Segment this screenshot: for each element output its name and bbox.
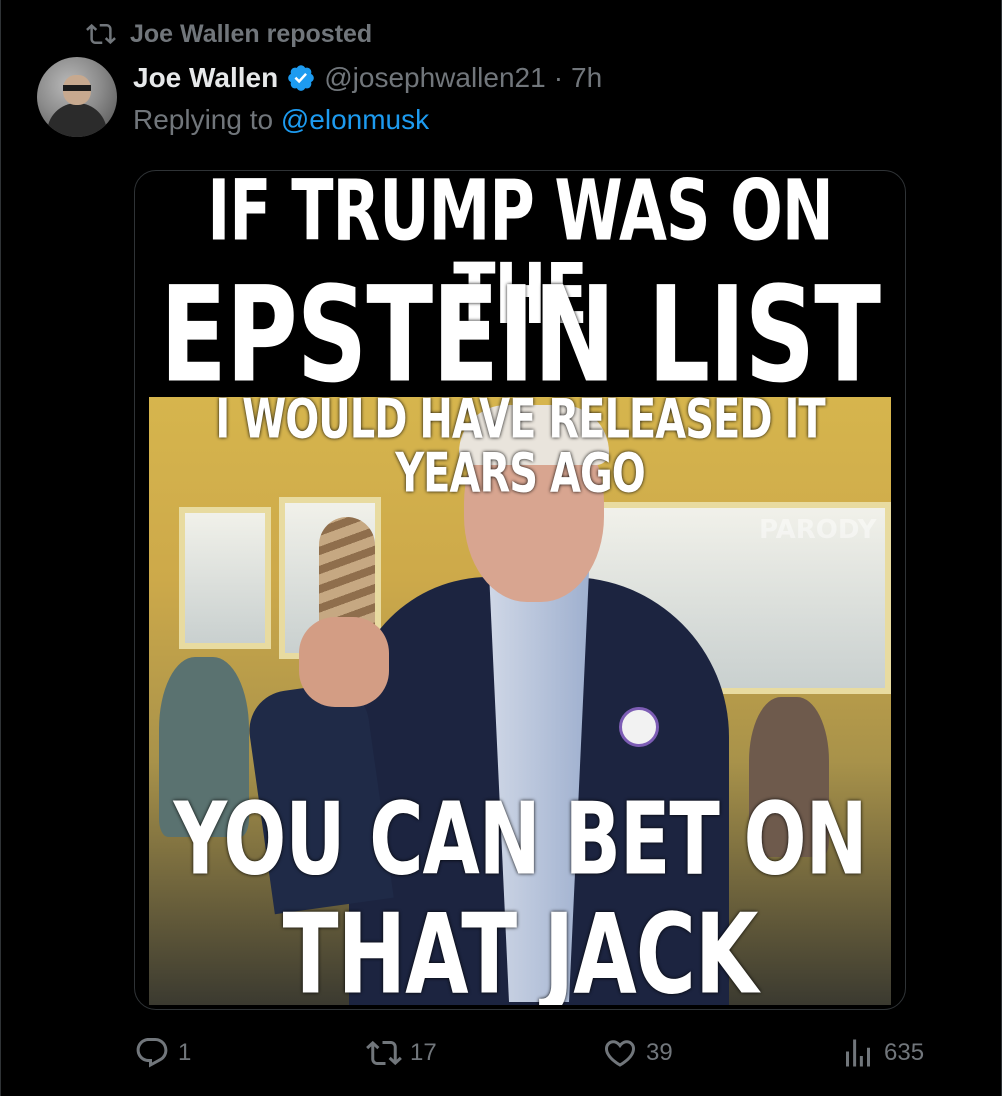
photo-window <box>179 507 271 649</box>
timestamp[interactable]: 7h <box>571 62 602 94</box>
tweet-header: Joe Wallen @josephwallen21 · 7h <box>133 58 602 98</box>
meme-caption-line-5: THAT JACK <box>282 891 759 1005</box>
meme-image: PARODY IF TRUMP WAS ON THE EPSTEIN LIST … <box>149 175 891 1005</box>
repost-count: 17 <box>410 1039 437 1066</box>
views-chart-icon <box>846 1039 870 1067</box>
repost-context[interactable]: Joe Wallen reposted <box>86 18 372 50</box>
reply-button[interactable]: 1 <box>134 1030 191 1076</box>
heart-icon <box>604 1040 636 1067</box>
tweet-media[interactable]: PARODY IF TRUMP WAS ON THE EPSTEIN LIST … <box>134 170 906 1010</box>
like-count: 39 <box>646 1039 673 1066</box>
tweet-actions: 1 17 39 635 <box>134 1030 934 1076</box>
view-count: 635 <box>884 1039 925 1066</box>
repost-button[interactable]: 17 <box>366 1030 437 1076</box>
repost-icon <box>86 23 116 45</box>
replying-prefix: Replying to <box>133 104 274 135</box>
avatar[interactable] <box>37 57 117 137</box>
photo-man-hand <box>299 617 389 707</box>
meme-caption-line-3: I WOULD HAVE RELEASED IT YEARS AGO <box>215 388 825 506</box>
replying-to: Replying to @elonmusk <box>133 104 429 136</box>
verified-badge-icon[interactable] <box>286 63 316 93</box>
reply-count: 1 <box>178 1039 192 1066</box>
avatar-figure-body <box>47 103 107 137</box>
column-border-left <box>0 0 1 1096</box>
meme-watermark: PARODY <box>759 515 877 545</box>
repost-icon <box>366 1040 402 1066</box>
repost-label: Joe Wallen reposted <box>130 19 373 48</box>
photo-lapel-pin <box>619 707 659 747</box>
meme-caption-line-2: EPSTEIN LIST <box>159 259 881 413</box>
handle[interactable]: @josephwallen21 <box>324 62 545 94</box>
like-button[interactable]: 39 <box>602 1030 673 1076</box>
reply-icon <box>136 1038 168 1068</box>
separator-dot: · <box>553 62 564 93</box>
replying-to-mention[interactable]: @elonmusk <box>281 104 429 135</box>
meme-caption-line-4: YOU CAN BET ON <box>173 781 867 899</box>
display-name[interactable]: Joe Wallen <box>133 62 278 94</box>
avatar-figure-glasses <box>63 85 91 91</box>
views-button[interactable]: 635 <box>840 1030 924 1076</box>
